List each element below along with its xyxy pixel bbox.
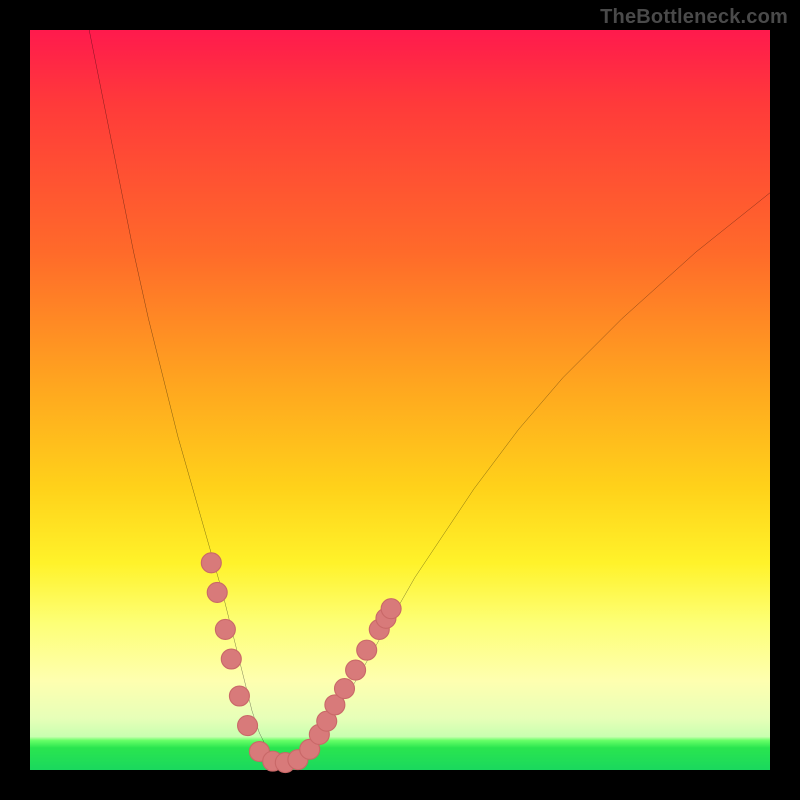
curve-overlay [30,30,770,770]
curve-marker [346,660,366,680]
watermark-text: TheBottleneck.com [600,6,788,29]
curve-marker [335,679,355,699]
curve-markers [201,553,401,773]
curve-marker [229,686,249,706]
curve-marker [221,649,241,669]
chart-frame: TheBottleneck.com [0,0,800,800]
curve-marker [201,553,221,573]
curve-marker [238,716,258,736]
bottleneck-curve [89,30,770,763]
curve-marker [357,640,377,660]
curve-marker [381,599,401,619]
curve-marker [207,582,227,602]
curve-marker [215,619,235,639]
